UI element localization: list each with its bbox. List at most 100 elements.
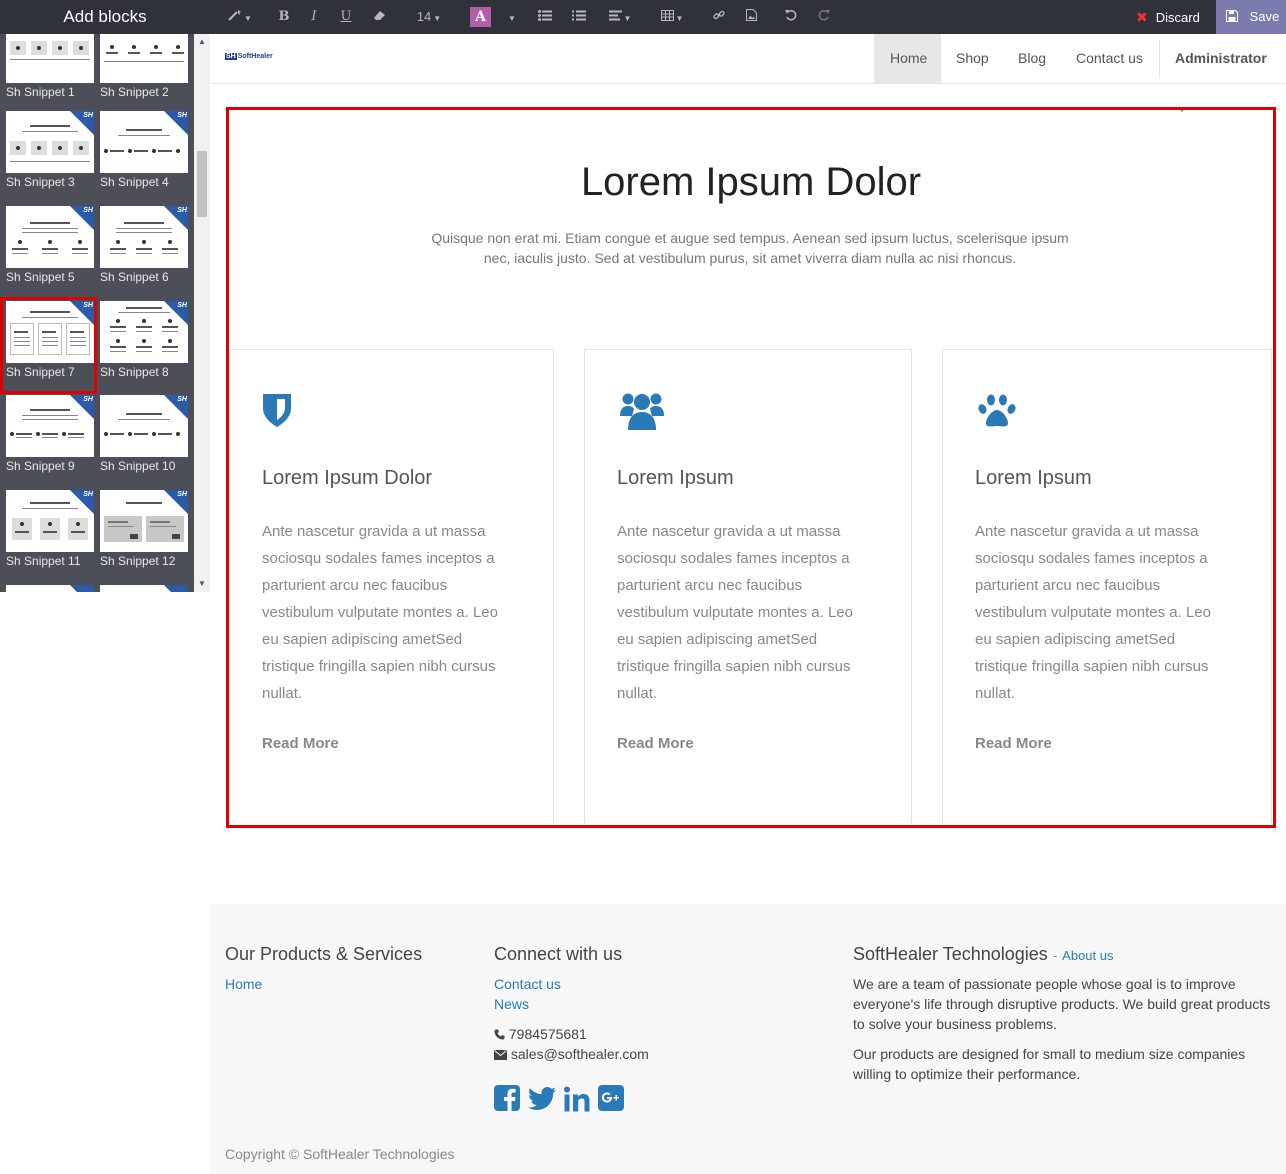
snippet-sh-11[interactable]: SH Sh Snippet 11	[6, 490, 94, 568]
font-size-value: 14	[416, 9, 432, 24]
bold-button[interactable]: B	[276, 0, 292, 34]
add-blocks-panel: Add blocks Sh Snippet 1 Sh Snippet 2 SH …	[0, 0, 210, 592]
snippet-sh-9[interactable]: SH Sh Snippet 9	[6, 395, 94, 473]
snippet-thumbnail: SH	[100, 111, 188, 173]
read-more-link[interactable]: Read More	[617, 735, 694, 752]
close-icon: ✖	[1136, 9, 1148, 25]
selected-snippet-highlight	[0, 297, 97, 394]
footer-connect-heading: Connect with us	[494, 944, 623, 964]
redo-icon[interactable]	[815, 0, 833, 34]
snippet-label: Sh Snippet 5	[6, 270, 75, 284]
about-us-link[interactable]: About us	[1062, 948, 1113, 963]
snippet-thumbnail: SH	[6, 395, 94, 457]
snippet-thumbnail: SH	[100, 395, 188, 457]
table-icon[interactable]: ▼	[658, 0, 686, 34]
feature-text: Ante nascetur gravida a ut massa sociosq…	[262, 523, 498, 702]
softhealer-logo[interactable]: SH SoftHealer	[225, 53, 273, 60]
google-plus-icon[interactable]	[598, 1085, 624, 1116]
snippet-label: Sh Snippet 9	[6, 459, 75, 473]
company-name: SoftHealer Technologies	[853, 944, 1048, 964]
feature-card: Lorem Ipsum Dolor Ante nascetur gravida …	[229, 349, 554, 824]
read-more-link[interactable]: Read More	[975, 735, 1052, 752]
snippet-thumbnail	[6, 585, 94, 592]
nav-contact-us[interactable]: Contact us	[1060, 34, 1159, 83]
nav-administrator-dropdown[interactable]: Administrator ▼	[1159, 34, 1286, 114]
snippet-label: Sh Snippet 1	[6, 85, 75, 99]
snippet-sh-4[interactable]: SH Sh Snippet 4	[100, 111, 188, 189]
footer-about-paragraph: Our products are designed for small to m…	[853, 1046, 1246, 1082]
snippet-sh-12[interactable]: SH Sh Snippet 12	[100, 490, 188, 568]
snippet-sh-5[interactable]: SH Sh Snippet 5	[6, 206, 94, 284]
snippet-thumbnail	[6, 34, 94, 83]
snippet-sh-2[interactable]: Sh Snippet 2	[100, 34, 188, 99]
snippet-thumbnail: SH	[100, 206, 188, 268]
feature-card: Lorem Ipsum Ante nascetur gravida a ut m…	[942, 349, 1272, 824]
snippet-label: Sh Snippet 8	[100, 365, 169, 379]
snippet-sh-3[interactable]: SH Sh Snippet 3	[6, 111, 94, 189]
nav-shop[interactable]: Shop	[940, 34, 1005, 83]
snippet-label: Sh Snippet 11	[6, 554, 81, 568]
twitter-icon[interactable]	[528, 1087, 556, 1115]
snippet-sh-10[interactable]: SH Sh Snippet 10	[100, 395, 188, 473]
admin-label: Administrator	[1175, 50, 1267, 66]
snippet-sh-1[interactable]: Sh Snippet 1	[6, 34, 94, 99]
save-button[interactable]: Save	[1216, 0, 1286, 34]
add-blocks-title: Add blocks	[0, 0, 210, 34]
link-icon[interactable]	[710, 0, 728, 34]
footer-news-link[interactable]: News	[494, 996, 529, 1012]
snippet-sh-13[interactable]	[6, 585, 94, 592]
footer-contact-link[interactable]: Contact us	[494, 976, 561, 992]
discard-label: Discard	[1155, 10, 1200, 25]
footer-home-link[interactable]: Home	[225, 976, 262, 992]
style-magic-wand-icon[interactable]: ▼	[226, 0, 254, 34]
image-icon[interactable]	[742, 0, 760, 34]
phone-icon	[494, 1026, 509, 1042]
read-more-link[interactable]: Read More	[262, 735, 339, 752]
scrollbar-thumb[interactable]	[197, 151, 207, 217]
undo-icon[interactable]	[782, 0, 800, 34]
nav-home[interactable]: Home	[874, 34, 941, 83]
feature-title: Lorem Ipsum	[975, 467, 1092, 489]
feature-title: Lorem Ipsum	[617, 467, 734, 489]
editor-toolbar: ▼ B I U 14 ▼ A ▼ ▼ ▼ ✖ Discard Save	[210, 0, 1286, 34]
snippet-label: Sh Snippet 6	[100, 270, 169, 284]
nav-blog[interactable]: Blog	[1002, 34, 1062, 83]
snippet-sh-14[interactable]	[100, 585, 188, 592]
snippet-thumbnail: SH	[100, 490, 188, 552]
snippet-label: Sh Snippet 3	[6, 175, 75, 189]
snippet-scrollbar[interactable]: ▲ ▼	[194, 34, 210, 592]
snippet-label: Sh Snippet 12	[100, 554, 176, 568]
facebook-icon[interactable]	[494, 1085, 520, 1116]
snippet-sh-8[interactable]: SH Sh Snippet 8	[100, 301, 188, 379]
snippet-label: Sh Snippet 4	[100, 175, 169, 189]
font-color-button[interactable]: A	[470, 7, 491, 27]
footer-company-heading: SoftHealer Technologies - About us	[853, 944, 1114, 964]
font-size-dropdown[interactable]: 14 ▼	[414, 0, 444, 34]
discard-button[interactable]: ✖ Discard	[1126, 0, 1216, 34]
footer-phone: 7984575681	[494, 1024, 587, 1044]
scroll-down-arrow-icon[interactable]: ▼	[194, 576, 210, 592]
linkedin-icon[interactable]	[564, 1086, 590, 1117]
eraser-icon[interactable]	[370, 0, 388, 34]
save-label: Save	[1249, 9, 1280, 24]
section-title: Lorem Ipsum Dolor	[580, 160, 922, 204]
snippet-thumbnail: SH	[6, 111, 94, 173]
feature-card: Lorem Ipsum Ante nascetur gravida a ut m…	[584, 349, 912, 824]
unordered-list-icon[interactable]	[536, 0, 554, 34]
section-subtitle: Quisque non erat mi. Etiam congue et aug…	[431, 230, 1069, 266]
ordered-list-icon[interactable]	[570, 0, 588, 34]
snippet-label: Sh Snippet 10	[100, 459, 176, 473]
email-address: sales@softhealer.com	[510, 1046, 649, 1062]
snippet-sh-6[interactable]: SH Sh Snippet 6	[100, 206, 188, 284]
website-navbar: SH SoftHealer Home Shop Blog Contact us A…	[210, 34, 1286, 114]
footer-email: sales@softhealer.com	[494, 1044, 649, 1064]
snippet-thumbnail	[100, 585, 188, 592]
feature-title: Lorem Ipsum Dolor	[262, 467, 433, 489]
color-caret-icon[interactable]: ▼	[505, 0, 517, 34]
scroll-up-arrow-icon[interactable]: ▲	[194, 34, 210, 50]
phone-number: 7984575681	[508, 1026, 587, 1042]
paragraph-align-icon[interactable]: ▼	[606, 0, 634, 34]
underline-button[interactable]: U	[338, 0, 354, 34]
feature-text: Ante nascetur gravida a ut massa sociosq…	[975, 523, 1211, 702]
italic-button[interactable]: I	[306, 0, 322, 34]
